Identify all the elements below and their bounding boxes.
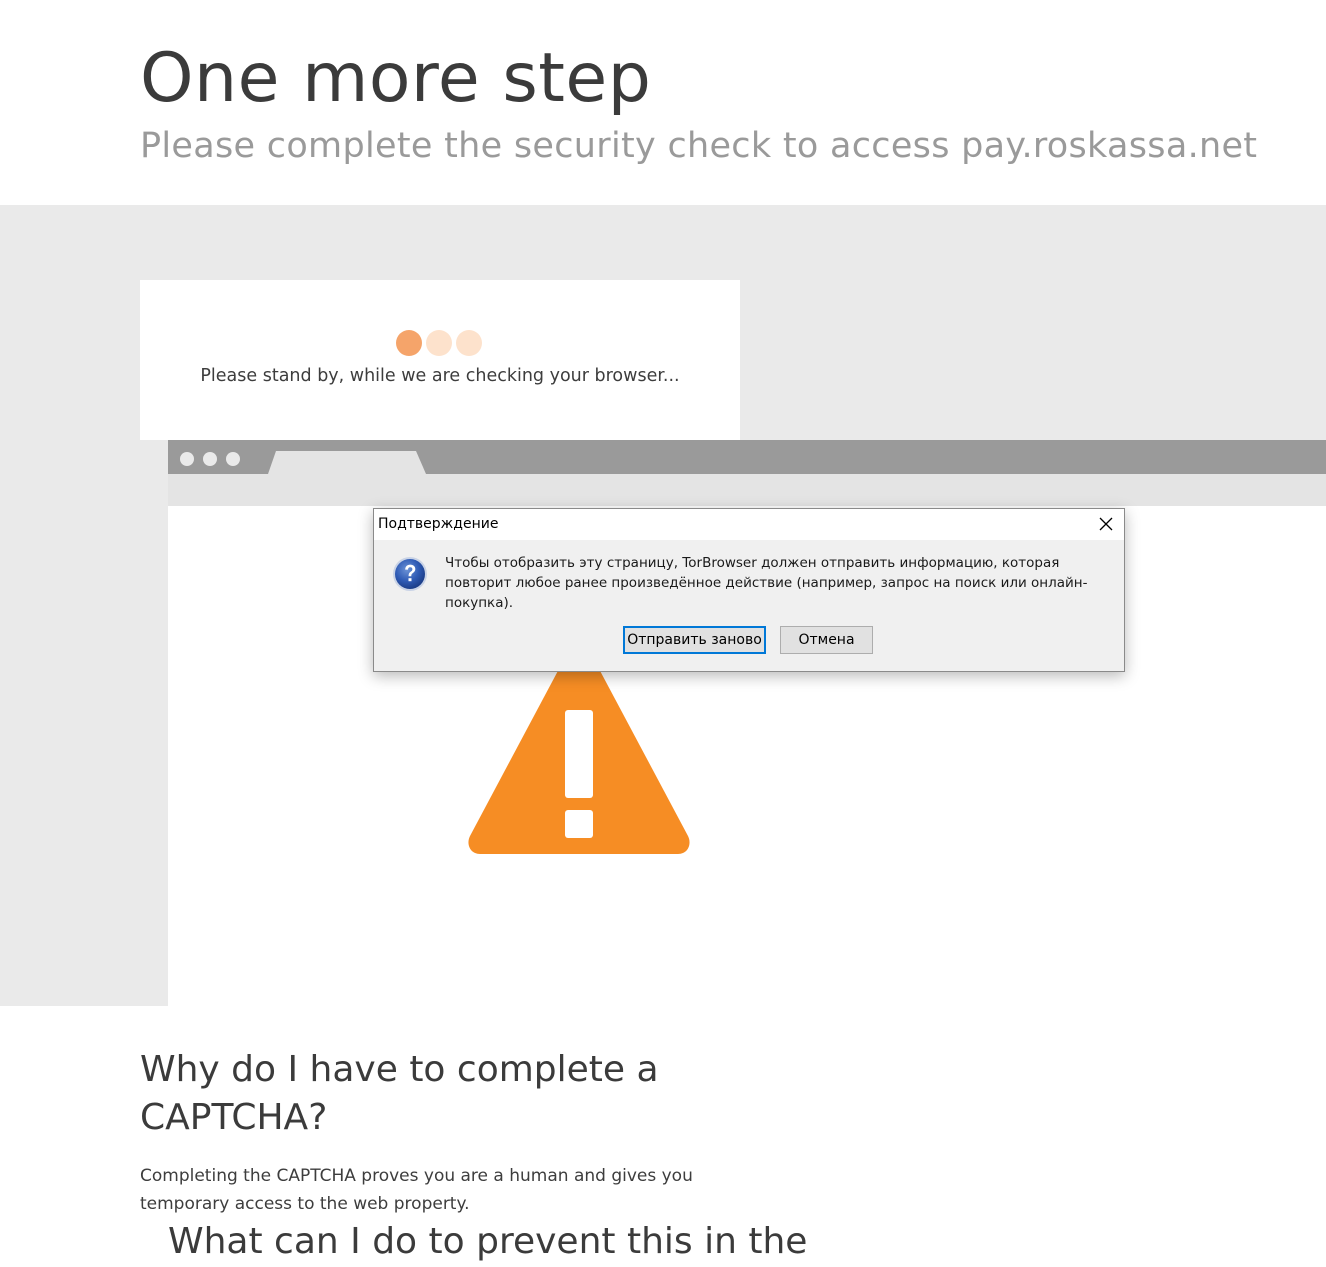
check-status-text: Please stand by, while we are checking y…	[200, 366, 680, 386]
page-subtitle: Please complete the security check to ac…	[140, 126, 1258, 166]
page-title: One more step	[140, 39, 652, 118]
close-icon[interactable]	[1094, 512, 1118, 536]
faq-answer-1: Completing the CAPTCHA proves you are a …	[140, 1166, 693, 1214]
confirm-resend-dialog: Подтверждение Чтобы отобразить эту стран…	[373, 508, 1125, 672]
faq-section: Why do I have to complete a CAPTCHA?	[140, 1046, 760, 1142]
browser-tab-icon	[268, 451, 426, 474]
faq-question-2: What can I do to prevent this in the	[168, 1221, 808, 1262]
browser-illustration-addressbar	[168, 474, 1326, 506]
question-icon	[393, 557, 427, 591]
loading-dot	[396, 330, 422, 356]
cancel-button[interactable]: Отмена	[780, 626, 873, 654]
loading-dot	[456, 330, 482, 356]
window-dot-icon	[226, 452, 240, 466]
loading-indicator	[396, 330, 482, 356]
resend-button[interactable]: Отправить заново	[623, 626, 766, 654]
dialog-title: Подтверждение	[378, 516, 499, 532]
loading-dot	[426, 330, 452, 356]
dialog-message: Чтобы отобразить эту страницу, TorBrowse…	[445, 555, 1088, 611]
faq-question-1: Why do I have to complete a CAPTCHA?	[140, 1049, 659, 1138]
dialog-titlebar: Подтверждение	[374, 509, 1124, 540]
page-header: One more step Please complete the securi…	[0, 0, 1326, 205]
window-dot-icon	[180, 452, 194, 466]
browser-check-card: Please stand by, while we are checking y…	[140, 280, 740, 440]
window-dot-icon	[203, 452, 217, 466]
browser-illustration-toolbar	[168, 440, 1326, 474]
warning-icon	[468, 644, 690, 854]
